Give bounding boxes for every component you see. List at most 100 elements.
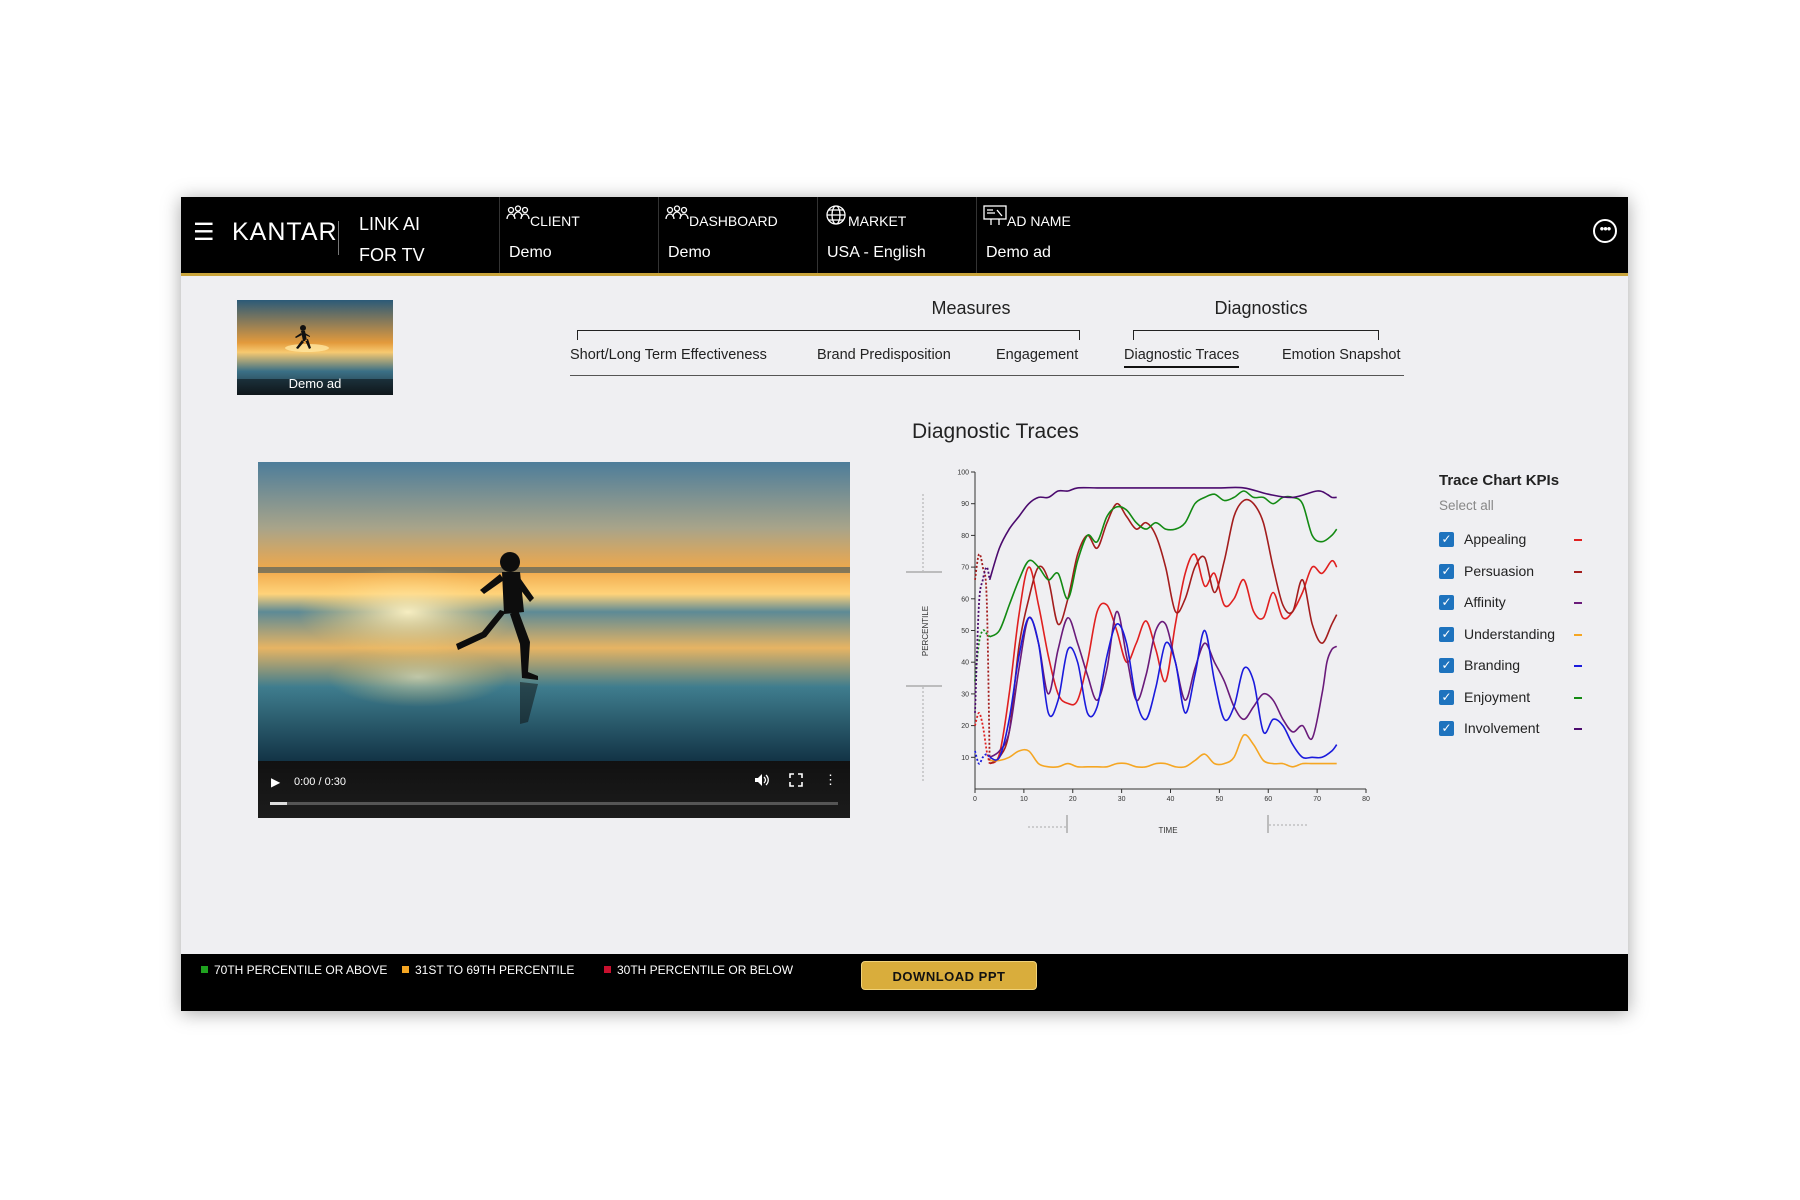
series-line-branding (989, 616, 1338, 761)
client-value: Demo (509, 244, 552, 261)
nav-group-diagnostics: Diagnostics (1214, 298, 1308, 318)
series-line-affinity (989, 610, 1338, 758)
video-frame (258, 462, 850, 762)
brand-divider (338, 221, 339, 255)
footer-bar: 70TH PERCENTILE OR ABOVE 31ST TO 69TH PE… (181, 954, 1628, 1011)
kpi-checkbox[interactable]: ✓ (1439, 563, 1454, 579)
app-window: ☰ KANTAR LINK AI FOR TV CLIENT Demo DASH… (181, 197, 1628, 1011)
x-axis-label: TIME (1158, 826, 1177, 835)
kpi-checkbox[interactable]: ✓ (1439, 658, 1454, 673)
series-line-enjoyment (989, 490, 1338, 638)
tabs-underline (570, 375, 1404, 376)
legend-mid-swatch (402, 966, 409, 973)
x-tick-label: 40 (1167, 796, 1175, 803)
tab-diagnostic-traces[interactable]: Diagnostic Traces (1124, 347, 1240, 368)
market-selector[interactable]: MARKET USA - English (817, 197, 976, 273)
kpi-label: Appealing (1464, 531, 1527, 547)
kpi-item-involvement[interactable]: ✓ Involvement (1439, 719, 1589, 739)
measures-bracket (577, 330, 1080, 340)
ad-name-label: AD NAME (1007, 213, 1071, 229)
top-bar: ☰ KANTAR LINK AI FOR TV CLIENT Demo DASH… (181, 197, 1628, 276)
kpi-color-swatch (1574, 570, 1582, 573)
kpi-item-appealing[interactable]: ✓ Appealing (1439, 530, 1589, 550)
kpi-color-swatch (1574, 633, 1582, 636)
x-tick-label: 20 (1069, 796, 1077, 803)
y-tick-label: 50 (961, 628, 969, 635)
kpi-item-understanding[interactable]: ✓ Understanding (1439, 625, 1589, 645)
ad-thumbnail-caption: Demo ad (288, 376, 342, 391)
kpi-checkbox[interactable]: ✓ (1439, 595, 1454, 610)
y-tick-label: 70 (961, 565, 969, 572)
tab-short-long-term-effectiveness[interactable]: Short/Long Term Effectiveness (570, 347, 767, 363)
nav-group-measures: Measures (931, 298, 1011, 318)
x-tick-label: 0 (973, 796, 977, 803)
fullscreen-icon[interactable] (789, 773, 803, 787)
play-icon[interactable]: ▶ (271, 775, 280, 789)
video-controls: ▶ 0:00 / 0:30 ⋮ (258, 761, 850, 818)
legend-high-label: 70TH PERCENTILE OR ABOVE (214, 963, 388, 977)
kpi-item-branding[interactable]: ✓ Branding (1439, 656, 1589, 676)
trace-chart: 10 20 30 40 50 60 70 80 90 100 0 10 20 30 40 50 60 70 80 PE… (906, 470, 1370, 835)
kpi-color-swatch (1574, 696, 1582, 699)
series-intro-dashed-4 (974, 750, 991, 765)
video-progress-bar[interactable] (270, 802, 838, 805)
kpi-checkbox[interactable]: ✓ (1439, 626, 1454, 642)
y-tick-label: 30 (961, 691, 969, 698)
y-tick-label: 80 (961, 533, 969, 540)
dashboard-selector[interactable]: DASHBOARD Demo (658, 197, 817, 273)
menu-icon[interactable]: ☰ (193, 221, 215, 245)
kpi-label: Persuasion (1464, 562, 1535, 579)
kpi-color-swatch (1574, 665, 1582, 667)
globe-icon (826, 205, 846, 225)
kpi-label: Understanding (1464, 625, 1556, 642)
x-tick-label: 30 (1118, 796, 1126, 803)
legend-mid: 31ST TO 69TH PERCENTILE (402, 963, 574, 977)
dashboard-value: Demo (668, 244, 711, 261)
x-tick-label: 50 (1215, 796, 1223, 803)
kpi-item-enjoyment[interactable]: ✓ Enjoyment (1439, 688, 1589, 708)
ad-name-selector[interactable]: AD NAME Demo ad (976, 197, 1135, 273)
chart-title: Diagnostic Traces (912, 420, 1079, 443)
tab-engagement[interactable]: Engagement (996, 347, 1078, 363)
kpi-label: Branding (1464, 657, 1521, 673)
legend-high: 70TH PERCENTILE OR ABOVE (201, 963, 387, 977)
y-tick-label: 90 (961, 501, 969, 508)
billboard-icon (983, 205, 1007, 225)
y-tick-label: 10 (961, 755, 969, 762)
kpi-item-persuasion[interactable]: ✓ Persuasion (1439, 562, 1589, 582)
product-name-line1: LINK AI (359, 214, 421, 234)
y-tick-label: 40 (961, 660, 969, 667)
series-intro-dashed-1 (974, 553, 991, 764)
kpi-color-swatch (1574, 539, 1582, 541)
x-tick-label: 60 (1264, 796, 1272, 803)
tab-brand-predisposition[interactable]: Brand Predisposition (817, 347, 951, 363)
dashboard-label: DASHBOARD (689, 213, 778, 229)
product-name: LINK AI FOR TV (359, 209, 425, 271)
ad-thumbnail[interactable]: Demo ad (237, 300, 393, 395)
legend-low-swatch (604, 966, 611, 973)
kpi-checkbox[interactable]: ✓ (1439, 532, 1454, 547)
select-all-link[interactable]: Select all (1439, 498, 1494, 513)
kpi-label: Involvement (1464, 720, 1540, 736)
kpi-checkbox[interactable]: ✓ (1439, 689, 1454, 705)
video-progress-fill (270, 802, 288, 805)
x-tick-label: 10 (1020, 796, 1028, 803)
kpi-label: Affinity (1464, 594, 1506, 610)
download-ppt-button[interactable]: DOWNLOAD PPT (861, 961, 1037, 990)
volume-icon[interactable] (754, 773, 770, 787)
kpi-color-swatch (1574, 602, 1582, 604)
series-line-understanding (989, 733, 1337, 769)
kpi-label: Enjoyment (1464, 688, 1531, 705)
client-selector[interactable]: CLIENT Demo (499, 197, 658, 273)
more-icon[interactable]: ••• (1593, 219, 1617, 243)
legend-low-label: 30TH PERCENTILE OR BELOW (617, 963, 794, 977)
video-more-icon[interactable]: ⋮ (824, 772, 837, 788)
market-label: MARKET (848, 213, 907, 229)
video-player[interactable]: ▶ 0:00 / 0:30 ⋮ (258, 462, 850, 818)
diagnostics-bracket (1133, 330, 1379, 340)
tab-emotion-snapshot[interactable]: Emotion Snapshot (1282, 347, 1401, 363)
market-value: USA - English (827, 244, 926, 261)
kpi-checkbox[interactable]: ✓ (1439, 721, 1454, 736)
brand-logo: KANTAR (232, 218, 338, 246)
kpi-item-affinity[interactable]: ✓ Affinity (1439, 593, 1589, 613)
